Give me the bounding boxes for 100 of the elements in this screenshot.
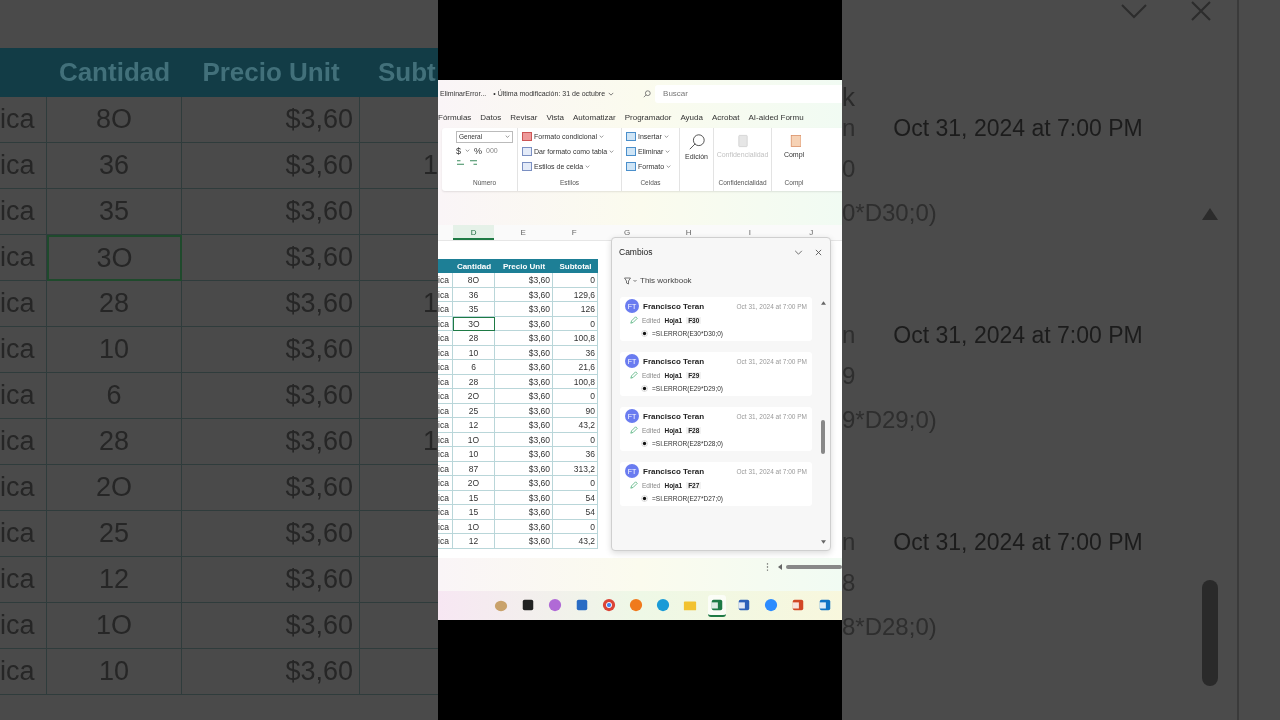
decrease-decimal-icon[interactable] (469, 158, 478, 166)
column-header[interactable]: H (657, 225, 720, 241)
table-cell: ica (438, 273, 453, 288)
menu-tab[interactable]: Revisar (510, 113, 538, 123)
table-cell: $3,60 (495, 447, 553, 462)
table-cell: ica (438, 432, 453, 448)
table-cell: 0 (553, 316, 598, 332)
caret-icon (608, 91, 615, 96)
excel-icon[interactable] (710, 597, 724, 612)
table-header-cell (0, 48, 47, 97)
table-cell: 126 (553, 302, 598, 317)
table-cell: 100,8 (553, 331, 598, 346)
powerpoint-icon[interactable] (791, 597, 805, 612)
terminal-icon[interactable] (521, 597, 535, 612)
menu-tab[interactable]: AI-aided Formu (748, 113, 804, 123)
table-cell: $3,60 (495, 360, 553, 375)
increase-decimal-icon[interactable] (456, 158, 465, 166)
table-cell: 36 (453, 287, 495, 303)
column-header[interactable]: I (719, 225, 781, 241)
table-cell: 36 (553, 345, 598, 361)
menu-tab[interactable]: Acrobat (711, 113, 740, 123)
table-cell: $3,60 (495, 287, 553, 303)
scroll-down-icon[interactable] (820, 540, 826, 545)
word-icon[interactable] (737, 597, 751, 612)
column-header[interactable]: E (494, 225, 552, 241)
table-cell: 0 (553, 476, 598, 491)
table-cell: 0 (553, 432, 598, 448)
table-cell: 129,6 (553, 287, 598, 303)
table-cell: ica (438, 447, 453, 462)
table-cell: $3,60 (495, 534, 553, 549)
table-cell: 10 (453, 447, 495, 462)
column-header[interactable]: J (780, 225, 842, 241)
column-header[interactable]: F (551, 225, 597, 241)
firefox-icon[interactable] (629, 597, 643, 612)
menu-tab[interactable]: Automatizar (573, 113, 616, 123)
chevron-icon[interactable] (794, 249, 803, 255)
table-cell: 12 (453, 534, 495, 549)
caret-icon (609, 150, 615, 154)
table-cell: 8O (453, 273, 495, 288)
pencil-icon (630, 316, 638, 325)
radio-icon (641, 494, 648, 502)
table-cell: 3O (453, 316, 495, 332)
table-cell: $3,60 (495, 403, 553, 419)
menu-tab[interactable]: Fórmulas (438, 113, 472, 123)
currency-button[interactable]: $ (456, 145, 461, 156)
radio-icon (641, 439, 648, 447)
radio-icon (641, 329, 648, 337)
table-cell: 25 (453, 403, 495, 419)
table-cell: ica (438, 287, 453, 303)
table-cell: 0 (553, 519, 598, 535)
filter-label[interactable]: This workbook (640, 276, 692, 286)
pencil-icon (630, 426, 638, 435)
percent-button[interactable]: % (474, 145, 483, 156)
column-header[interactable]: D (452, 225, 495, 241)
caret-icon (585, 165, 591, 169)
scroll-up-icon[interactable] (820, 301, 826, 306)
scrollbar-thumb[interactable] (786, 565, 842, 570)
table-cell: $3,60 (495, 316, 553, 332)
table-cell: 90 (553, 403, 598, 419)
table-cell: 21,6 (553, 360, 598, 375)
table-cell: ica (438, 316, 453, 332)
table-header-cell: Precio Unit (495, 259, 553, 274)
table-cell: $3,60 (495, 374, 553, 390)
caret-icon (663, 135, 669, 139)
table-cell: ica (438, 331, 453, 346)
table-cell: $3,60 (495, 461, 553, 477)
table-cell: 100,8 (553, 374, 598, 390)
filter-icon[interactable] (623, 276, 638, 285)
table-cell: 313,2 (553, 461, 598, 477)
menu-tab[interactable]: Vista (546, 113, 564, 123)
author-name: Francisco Teran (643, 301, 705, 311)
table-cell: 10 (453, 345, 495, 361)
menu-tab[interactable]: Programador (624, 113, 672, 123)
table-cell: 1O (453, 519, 495, 535)
radio-icon (641, 384, 648, 392)
scroll-left-icon[interactable] (778, 564, 782, 571)
pencil-icon (630, 481, 638, 490)
table-cell: 35 (453, 302, 495, 317)
caret-icon (666, 165, 672, 169)
table-cell: 43,2 (553, 418, 598, 433)
search-field[interactable]: Buscar (655, 84, 842, 103)
scrollbar-thumb[interactable] (821, 420, 825, 455)
menu-tab[interactable]: Datos (480, 113, 502, 123)
column-header[interactable]: G (596, 225, 658, 241)
copilot-icon[interactable] (548, 597, 562, 612)
table-cell: ica (438, 360, 453, 375)
pencil-icon (630, 371, 638, 380)
zoom-icon[interactable] (764, 597, 778, 612)
store-icon[interactable] (575, 597, 589, 612)
more-icon[interactable] (766, 563, 769, 572)
edge-icon[interactable] (656, 597, 670, 612)
table-cell: $3,60 (495, 476, 553, 491)
menu-tab[interactable]: Ayuda (680, 113, 703, 123)
chrome-icon[interactable] (602, 597, 616, 612)
table-cell: 28 (453, 374, 495, 390)
outlook-icon[interactable] (818, 597, 832, 612)
close-icon[interactable] (815, 248, 822, 256)
table-cell: $3,60 (495, 302, 553, 317)
table-cell: ica (438, 476, 453, 491)
table-cell: 15 (453, 490, 495, 506)
